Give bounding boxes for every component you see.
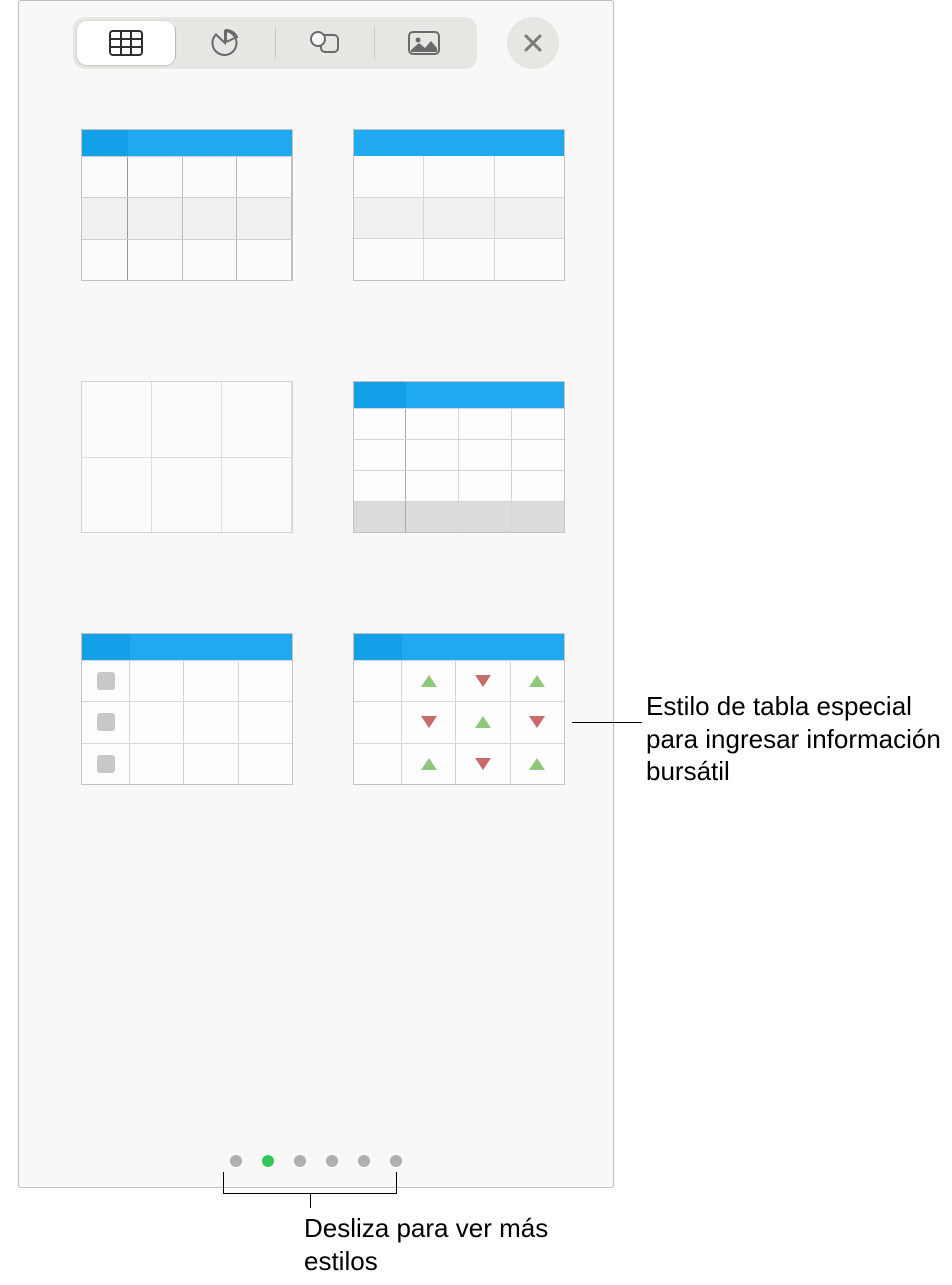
shape-tab[interactable] <box>276 21 374 65</box>
table-style-4[interactable] <box>353 381 565 533</box>
arrow-down-icon <box>475 758 491 770</box>
table-style-5[interactable] <box>81 633 293 785</box>
callout-text: Desliza para ver más estilos <box>304 1213 548 1276</box>
pagination-dots <box>230 1155 402 1167</box>
arrow-up-icon <box>421 675 437 687</box>
page-dot-2[interactable] <box>262 1155 274 1167</box>
close-icon <box>523 33 543 53</box>
arrow-up-icon <box>421 758 437 770</box>
arrow-up-icon <box>529 758 545 770</box>
callout-bracket <box>223 1172 397 1194</box>
arrow-down-icon <box>475 675 491 687</box>
insert-toolbar <box>73 17 559 69</box>
callout-swipe-hint: Desliza para ver más estilos <box>304 1212 554 1277</box>
table-styles-grid <box>81 129 551 785</box>
checkbox-icon <box>97 672 115 690</box>
page-dot-5[interactable] <box>358 1155 370 1167</box>
callout-stock-style: Estilo de tabla especial para ingresar i… <box>646 690 946 788</box>
table-style-1[interactable] <box>81 129 293 281</box>
chart-tab[interactable] <box>176 21 274 65</box>
arrow-down-icon <box>421 716 437 728</box>
page-dot-1[interactable] <box>230 1155 242 1167</box>
page-dot-4[interactable] <box>326 1155 338 1167</box>
page-dot-6[interactable] <box>390 1155 402 1167</box>
media-icon <box>407 30 441 56</box>
callout-text: Estilo de tabla especial para ingresar i… <box>646 691 941 786</box>
insert-panel <box>18 0 614 1188</box>
insert-segmented-control <box>73 17 477 69</box>
page-dot-3[interactable] <box>294 1155 306 1167</box>
arrow-down-icon <box>529 716 545 728</box>
close-button[interactable] <box>507 17 559 69</box>
chart-icon <box>210 28 240 58</box>
table-style-6-stock[interactable] <box>353 633 565 785</box>
shape-icon <box>309 29 341 57</box>
table-icon <box>109 30 143 56</box>
callout-line <box>572 722 642 723</box>
arrow-up-icon <box>475 716 491 728</box>
table-tab[interactable] <box>77 21 175 65</box>
table-style-2[interactable] <box>353 129 565 281</box>
media-tab[interactable] <box>375 21 473 65</box>
table-style-3[interactable] <box>81 381 293 533</box>
arrow-up-icon <box>529 675 545 687</box>
checkbox-icon <box>97 755 115 773</box>
checkbox-icon <box>97 713 115 731</box>
